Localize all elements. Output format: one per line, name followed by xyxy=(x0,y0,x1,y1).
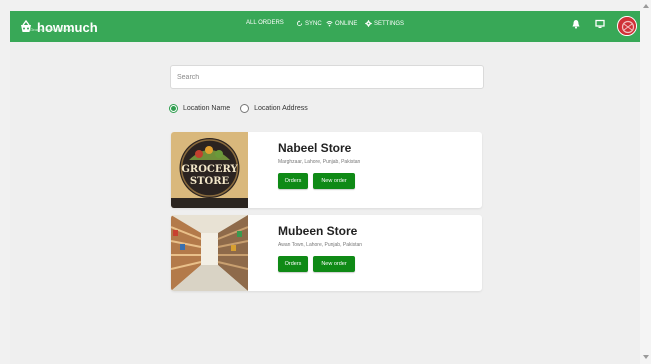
logo-text-grocery: GROCERY xyxy=(181,164,238,175)
store-card: Mubeen Store Awan Town, Lahore, Punjab, … xyxy=(171,215,482,291)
logo-tagline: Grocery Delivery Service xyxy=(30,27,75,32)
logo-text-store: STORE xyxy=(190,176,230,187)
store-image-grocery-logo: GROCERY STORE xyxy=(171,132,248,208)
radio-location-address-label[interactable]: Location Address xyxy=(254,105,308,112)
nav-sync[interactable]: SYNC xyxy=(296,20,322,27)
search-input[interactable] xyxy=(170,65,484,89)
bell-icon[interactable] xyxy=(571,19,581,29)
nav-sync-label: SYNC xyxy=(305,20,322,27)
nav-online[interactable]: ONLINE xyxy=(326,20,357,27)
new-order-button[interactable]: New order xyxy=(313,173,355,189)
user-avatar[interactable] xyxy=(617,16,637,36)
nav-all-orders-label: ALL ORDERS xyxy=(246,20,284,26)
store-name: Mubeen Store xyxy=(278,224,358,238)
nav-settings-label: SETTINGS xyxy=(374,20,405,27)
avatar-image xyxy=(618,17,636,35)
top-navigation-bar: howmuch Grocery Delivery Service ALL ORD… xyxy=(10,11,641,42)
vertical-scrollbar[interactable] xyxy=(640,0,651,364)
app-window: howmuch Grocery Delivery Service ALL ORD… xyxy=(10,11,641,364)
wifi-icon xyxy=(326,20,333,27)
store-name: Nabeel Store xyxy=(278,141,352,155)
store-address: Awan Town, Lahore, Punjab, Pakistan xyxy=(278,242,363,248)
monitor-icon[interactable] xyxy=(595,19,605,29)
scroll-down-arrow-icon[interactable] xyxy=(643,355,649,359)
new-order-button[interactable]: New order xyxy=(313,256,355,272)
store-image-supermarket-aisle xyxy=(171,215,248,291)
orders-button[interactable]: Orders xyxy=(278,173,308,189)
store-card: GROCERY STORE Nabeel Store Marghzaar, La… xyxy=(171,132,482,208)
radio-location-name[interactable] xyxy=(169,104,178,113)
scroll-up-arrow-icon[interactable] xyxy=(643,4,649,8)
radio-location-name-label[interactable]: Location Name xyxy=(183,105,230,112)
browser-viewport: howmuch Grocery Delivery Service ALL ORD… xyxy=(0,0,651,364)
nav-online-label: ONLINE xyxy=(335,20,358,27)
nav-all-orders[interactable]: ALL ORDERS xyxy=(246,20,284,26)
store-address: Marghzaar, Lahore, Punjab, Pakistan xyxy=(278,159,361,165)
gear-icon xyxy=(365,20,372,27)
sync-icon xyxy=(296,20,303,27)
orders-button[interactable]: Orders xyxy=(278,256,308,272)
radio-location-address[interactable] xyxy=(240,104,250,113)
search-filter-group: Location Name Location Address xyxy=(169,104,318,113)
nav-settings[interactable]: SETTINGS xyxy=(365,20,404,27)
